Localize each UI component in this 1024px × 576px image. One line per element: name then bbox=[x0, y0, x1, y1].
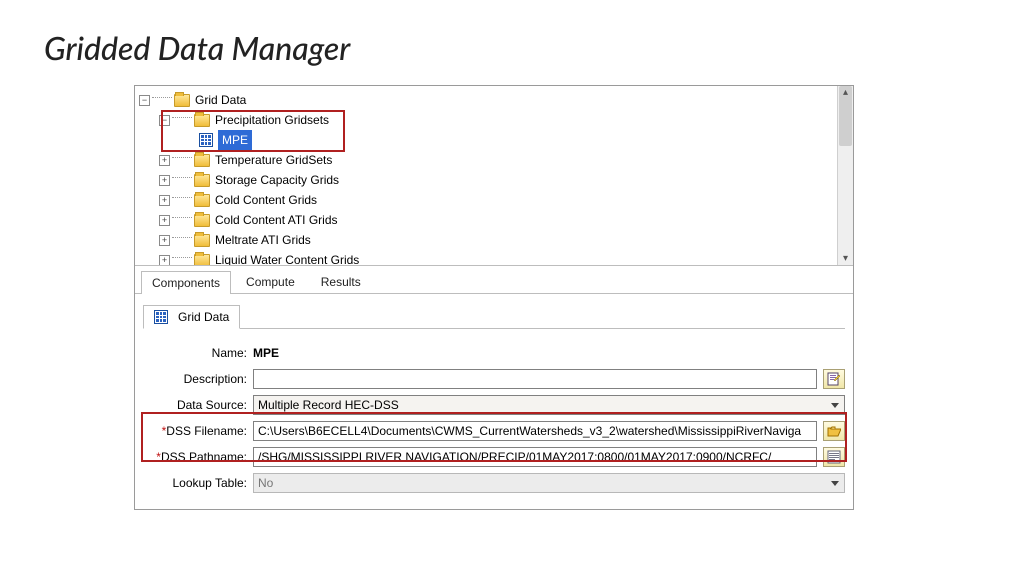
folder-icon bbox=[194, 174, 210, 187]
folder-icon bbox=[194, 214, 210, 227]
folder-icon bbox=[194, 194, 210, 207]
collapse-icon[interactable]: − bbox=[159, 115, 170, 126]
expand-icon[interactable]: + bbox=[159, 255, 170, 266]
folder-icon bbox=[174, 94, 190, 107]
label-dsspathname: *DSS Pathname: bbox=[143, 450, 253, 464]
label-dssfilename: **DSS Filename:DSS Filename: bbox=[143, 424, 253, 438]
tree-root-label: Grid Data bbox=[195, 90, 246, 110]
app-window: − Grid Data − Precipitation Gridsets MPE… bbox=[134, 85, 854, 510]
tab-components[interactable]: Components bbox=[141, 271, 231, 294]
dssfilename-input[interactable] bbox=[253, 421, 817, 441]
folder-icon bbox=[194, 254, 210, 267]
tree-root[interactable]: − Grid Data bbox=[139, 90, 851, 110]
expand-icon[interactable]: + bbox=[159, 195, 170, 206]
folder-icon bbox=[194, 234, 210, 247]
scroll-up-icon[interactable]: ▴ bbox=[843, 86, 848, 99]
detail-tab-griddata[interactable]: Grid Data bbox=[143, 305, 240, 329]
grid-icon bbox=[154, 310, 168, 324]
edit-description-button[interactable] bbox=[823, 369, 845, 389]
tree-node-label: MPE bbox=[218, 130, 252, 150]
tree-node-label: Temperature GridSets bbox=[215, 150, 332, 170]
expand-icon[interactable]: + bbox=[159, 215, 170, 226]
tree-node-label: Storage Capacity Grids bbox=[215, 170, 339, 190]
value-name: MPE bbox=[253, 346, 279, 360]
grid-data-tree[interactable]: − Grid Data − Precipitation Gridsets MPE… bbox=[135, 86, 853, 266]
tree-node-label: Liquid Water Content Grids bbox=[215, 250, 359, 266]
tree-node-coldcontent-ati[interactable]: + Cold Content ATI Grids bbox=[139, 210, 851, 230]
label-lookuptable: Lookup Table: bbox=[143, 476, 253, 490]
label-name: Name: bbox=[143, 346, 253, 360]
description-input[interactable] bbox=[253, 369, 817, 389]
browse-path-button[interactable] bbox=[823, 447, 845, 467]
folder-icon bbox=[194, 114, 210, 127]
tree-node-label: Meltrate ATI Grids bbox=[215, 230, 311, 250]
lookuptable-select: No bbox=[253, 473, 845, 493]
panel-tabs: Components Compute Results bbox=[135, 266, 853, 294]
grid-icon bbox=[199, 133, 213, 147]
tree-node-mpe[interactable]: MPE bbox=[139, 130, 851, 150]
tree-node-precipitation[interactable]: − Precipitation Gridsets bbox=[139, 110, 851, 130]
tree-node-storage[interactable]: + Storage Capacity Grids bbox=[139, 170, 851, 190]
note-icon bbox=[827, 372, 841, 386]
tab-compute[interactable]: Compute bbox=[235, 270, 306, 293]
scroll-down-icon[interactable]: ▾ bbox=[843, 252, 848, 265]
folder-open-icon bbox=[827, 425, 841, 437]
slide-title: Gridded Data Manager bbox=[0, 0, 1024, 85]
collapse-icon[interactable]: − bbox=[139, 95, 150, 106]
lookuptable-value: No bbox=[258, 476, 273, 490]
tree-node-liquidwater[interactable]: + Liquid Water Content Grids bbox=[139, 250, 851, 266]
label-description: Description: bbox=[143, 372, 253, 386]
expand-icon[interactable]: + bbox=[159, 235, 170, 246]
tree-node-label: Cold Content Grids bbox=[215, 190, 317, 210]
expand-icon[interactable]: + bbox=[159, 175, 170, 186]
dsspathname-input[interactable] bbox=[253, 447, 817, 467]
catalog-icon bbox=[827, 450, 841, 464]
tree-scrollbar[interactable]: ▴ ▾ bbox=[837, 86, 853, 265]
folder-icon bbox=[194, 154, 210, 167]
detail-panel: Grid Data Name: MPE Description: Data So… bbox=[135, 294, 853, 509]
tree-node-meltrate-ati[interactable]: + Meltrate ATI Grids bbox=[139, 230, 851, 250]
tab-results[interactable]: Results bbox=[310, 270, 372, 293]
tree-node-label: Precipitation Gridsets bbox=[215, 110, 329, 130]
tree-node-label: Cold Content ATI Grids bbox=[215, 210, 338, 230]
expand-icon[interactable]: + bbox=[159, 155, 170, 166]
browse-file-button[interactable] bbox=[823, 421, 845, 441]
datasource-select[interactable]: Multiple Record HEC-DSS bbox=[253, 395, 845, 415]
detail-tab-label: Grid Data bbox=[178, 310, 229, 324]
datasource-value: Multiple Record HEC-DSS bbox=[258, 398, 399, 412]
label-datasource: Data Source: bbox=[143, 398, 253, 412]
tree-node-coldcontent[interactable]: + Cold Content Grids bbox=[139, 190, 851, 210]
tree-node-temperature[interactable]: + Temperature GridSets bbox=[139, 150, 851, 170]
tree-panel: − Grid Data − Precipitation Gridsets MPE… bbox=[135, 86, 853, 266]
detail-tab-row: Grid Data bbox=[143, 304, 845, 329]
